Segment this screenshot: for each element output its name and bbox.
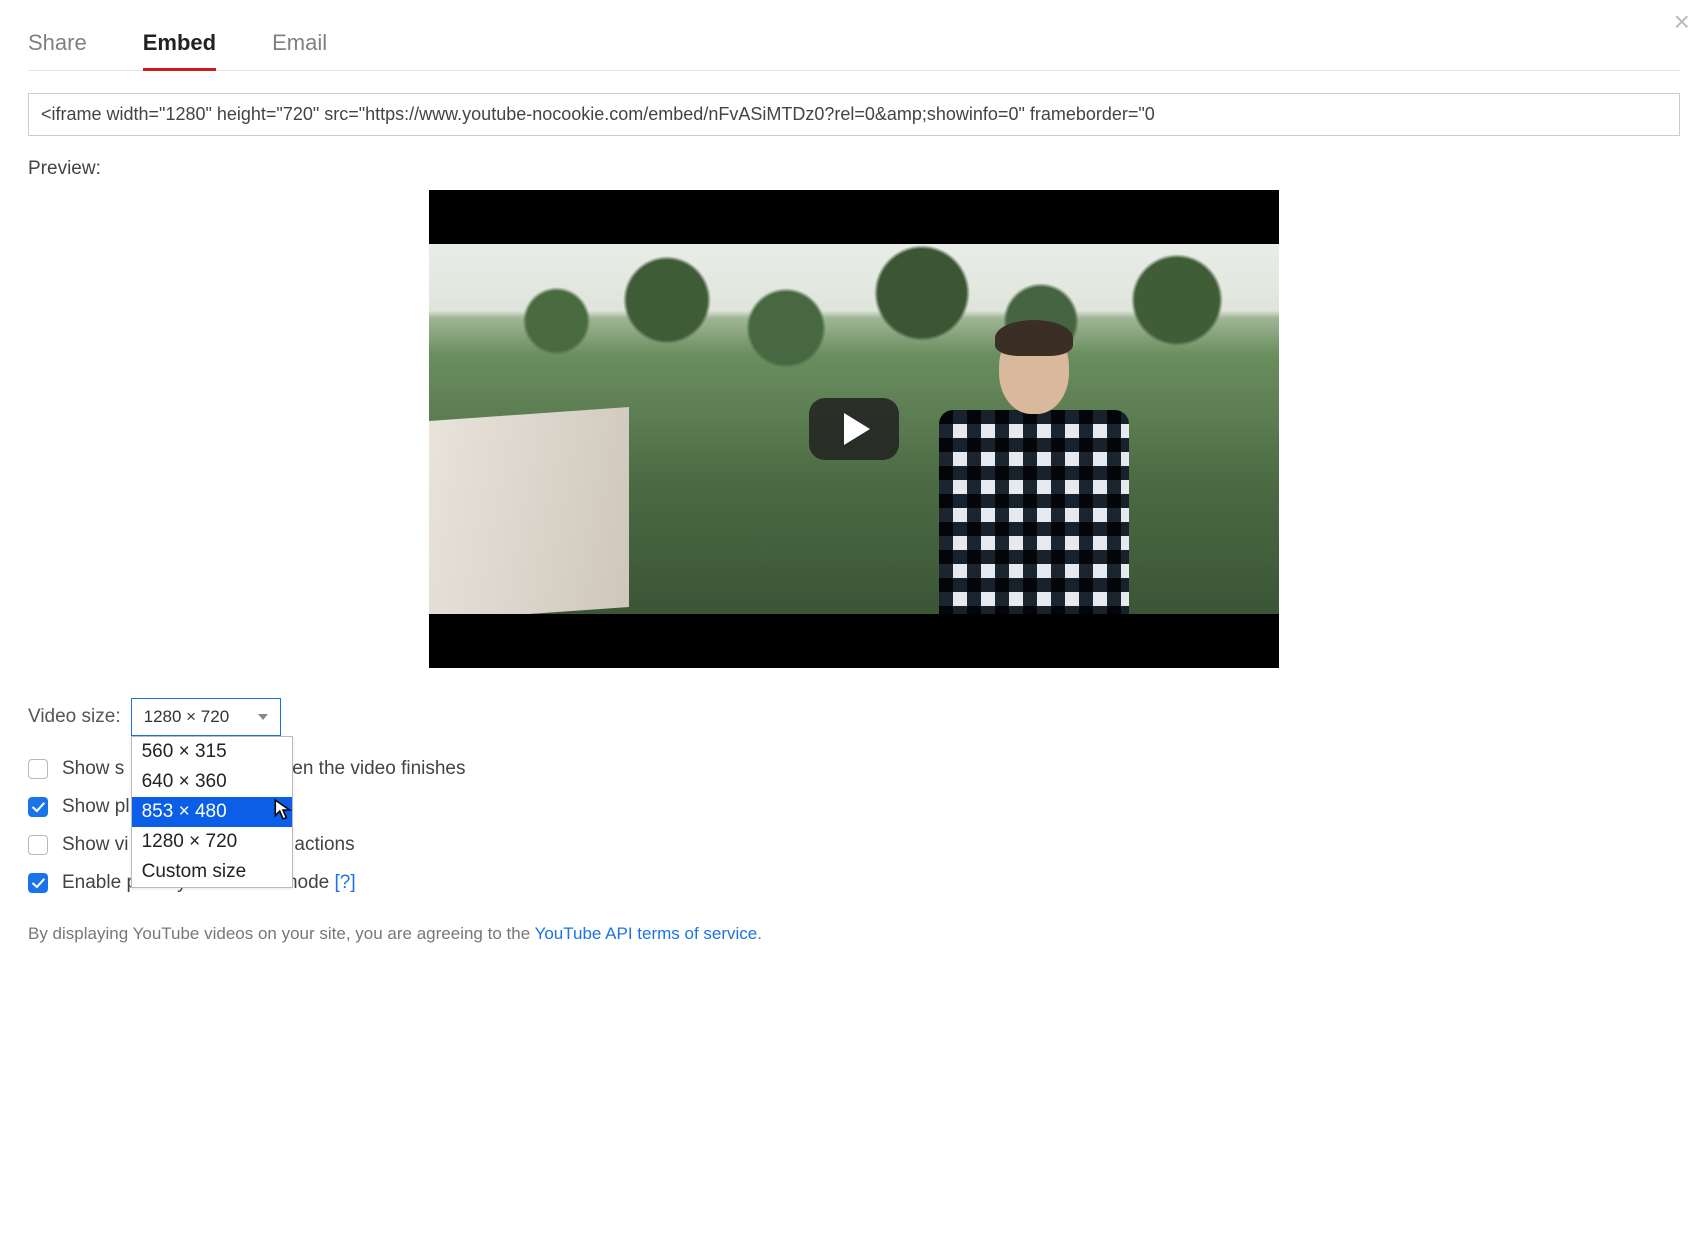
close-icon[interactable]: × <box>1674 8 1690 36</box>
help-link[interactable]: [?] <box>335 872 356 893</box>
video-size-option[interactable]: 640 × 360 <box>132 767 292 797</box>
video-preview[interactable] <box>429 190 1279 668</box>
video-size-select[interactable]: 1280 × 720 <box>131 698 281 736</box>
embed-code-input[interactable] <box>28 93 1680 136</box>
checkbox-suggested-videos[interactable] <box>28 759 48 779</box>
play-button-icon[interactable] <box>809 398 899 460</box>
share-tabs: Share Embed Email <box>28 24 1680 71</box>
video-size-option[interactable]: Custom size <box>132 857 292 887</box>
option-label: 853 × 480 <box>142 801 227 822</box>
video-size-option[interactable]: 1280 × 720 <box>132 827 292 857</box>
terms-link[interactable]: YouTube API terms of service <box>535 924 758 943</box>
terms-footer: By displaying YouTube videos on your sit… <box>28 924 1680 944</box>
video-size-dropdown: 560 × 315 640 × 360 853 × 480 1280 × 720… <box>131 736 293 888</box>
checkbox-privacy-mode[interactable] <box>28 873 48 893</box>
video-size-option[interactable]: 853 × 480 <box>132 797 292 827</box>
video-size-option[interactable]: 560 × 315 <box>132 737 292 767</box>
checkbox-player-controls[interactable] <box>28 797 48 817</box>
option-label: Show pl <box>62 796 130 818</box>
tab-embed[interactable]: Embed <box>143 24 216 71</box>
video-size-selected-value: 1280 × 720 <box>144 707 230 726</box>
tab-email[interactable]: Email <box>272 24 327 71</box>
chevron-down-icon <box>258 714 268 720</box>
checkbox-video-title[interactable] <box>28 835 48 855</box>
video-size-label: Video size: <box>28 706 121 728</box>
preview-label: Preview: <box>28 158 1680 180</box>
tab-share[interactable]: Share <box>28 24 87 71</box>
